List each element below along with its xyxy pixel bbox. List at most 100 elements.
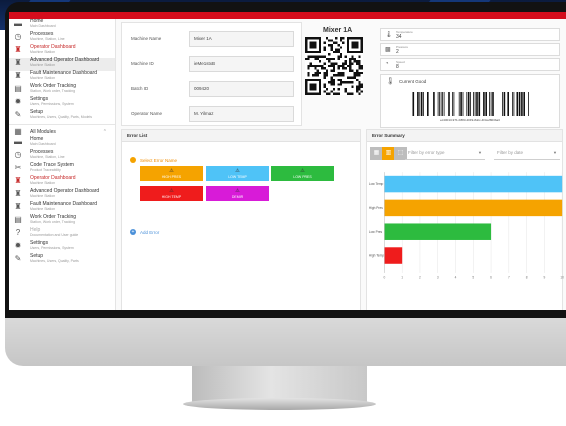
error-button-label: LOW PRES [293,174,312,179]
error-button-label: HIGH TEMP [161,194,182,199]
thermometer-icon: 🌡 [385,32,393,38]
sidebar-item-work-order-tracking[interactable]: ▤ Work Order Tracking Station, Work order,… [9,84,115,97]
x-tick-label: 6 [490,275,492,279]
sidebar-item-text: Operator Dashboard Machine Station [30,45,76,55]
x-tick-label: 1 [401,275,403,279]
sidebar-item-subtitle: Users, Permissions, System [30,246,74,250]
sidebar-item-text: Fault Maintenance Dashboard Machine Stati… [30,202,97,212]
x-tick-label: 2 [419,275,421,279]
add-error-button[interactable]: + Add Error [130,229,159,235]
filter-date-placeholder: Filter by date [497,150,524,155]
barcode [412,92,529,116]
all-modules-header[interactable]: ▦ All Modules ⌃ [9,126,115,137]
monitor-chin [5,318,566,366]
sidebar-item-subtitle: Machine Station [30,194,56,198]
alert-icon: ⚠ [235,187,240,194]
sidebar-item-home[interactable]: ▬ Home Main Dashboard [9,19,115,32]
dropdown-arrow-icon: ▼ [478,150,482,155]
filter-error-type[interactable]: Filter by error type ▼ [405,146,485,160]
sidebar-item-setup[interactable]: ✎ Setup Machines, Users, Quality, Parts, M… [9,110,115,123]
machine-field-row: Machine ID ieMe1stxB [128,56,298,72]
x-tick-label: 10 [560,275,564,279]
machine-field-value[interactable]: ieMe1stxB [189,56,294,72]
bar-low-pres [384,223,492,240]
speed-icon: ◔ [385,61,389,67]
sidebar-item-subtitle: Machine Station [30,50,56,54]
machine-field-value[interactable]: 009420 [189,81,294,97]
app-screen: ▬ Home Main Dashboard ◷ Processes Machine, St… [9,12,566,310]
machine-info-card: Machine Name Mixer 1A Machine ID ieMe1stxB B… [121,22,302,126]
sensor-value: 34 [396,34,402,40]
machine-field-label: Operator Name [131,111,163,116]
sidebar-item-text: Advanced Operator Dashboard Machine Stati… [30,189,99,199]
dashboard-icon: ▬ [14,19,22,28]
wrench-icon: ✎ [14,254,22,263]
sidebar-item-subtitle: Documentation and User guide [30,233,79,237]
x-tick-label: 0 [384,275,386,279]
machine-field-value[interactable]: M. Yilmaz [189,106,294,122]
sidebar-item-text: Home Main Dashboard [30,19,56,29]
error-button-high-temp[interactable]: ⚠ HIGH TEMP [140,186,203,201]
add-error-label: Add Error [140,229,160,235]
sidebar-item-text: Operator Dashboard Machine Station [30,176,76,186]
barcode-id: ec40013-971-F883-40F9-8dcc-4f4cef803ba3 [440,118,500,122]
sidebar-item-text: Processes Machine, Station, Line [30,150,65,160]
worker-icon: ♜ [14,189,22,198]
sidebar-item-help[interactable]: ? Help Documentation and User guide [9,228,115,241]
sidebar-item-subtitle: Station, Work order, Tracking [30,220,76,224]
sidebar-item-text: Work Order Tracking Station, Work order, … [30,84,76,94]
sidebar-item-subtitle: Machine, Station, Line [30,155,65,159]
apps-icon: ▦ [14,126,22,136]
sidebar-item-text: Processes Machine, Station, Line [30,32,65,42]
error-summary-card: Error Summary ▦ ▥ ⬚ Filter by error type ▼… [366,129,564,310]
sidebar-item-settings[interactable]: ✹ Settings Users, Permissions, System [9,241,115,254]
sidebar-item-text: Settings Users, Permissions, System [30,97,74,107]
sidebar-item-work-order-tracking[interactable]: ▤ Work Order Tracking Station, Work order,… [9,215,115,228]
y-tick-label: High Temp [369,254,384,258]
machine-field-row: Batch ID 009420 [128,81,298,97]
sidebar-item-text: Advanced Operator Dashboard Machine Stati… [30,58,99,68]
pressure-icon: ▩ [385,47,391,53]
sidebar-item-text: Settings Users, Permissions, System [30,241,74,251]
sidebar-item-subtitle: Machine Station [30,76,56,80]
clock-icon: ◷ [14,150,22,159]
machine-field-label: Machine ID [131,61,154,66]
y-tick-label: Low Temp [369,182,384,186]
x-tick-label: 7 [508,275,510,279]
machine-field-value[interactable]: Mixer 1A [189,31,294,47]
app-topbar [9,12,566,19]
alert-icon: ⚠ [169,187,174,194]
worker-icon: ♜ [14,58,22,67]
error-button-demir[interactable]: ⚠ DEMIR [206,186,269,201]
error-button-low-pres[interactable]: ⚠ LOW PRES [271,166,334,181]
help-icon: ? [15,228,21,237]
machine-title: Mixer 1A [323,27,353,34]
chevron-up-icon: ⌃ [102,128,107,135]
sidebar: ▬ Home Main Dashboard ◷ Processes Machine, St… [9,19,116,310]
sidebar-item-text: Work Order Tracking Station, Work order, … [30,215,76,225]
y-tick-label: Low Pres [369,230,383,234]
worker-icon: ♜ [14,45,22,54]
bar-high-pres [384,199,563,217]
sidebar-item-subtitle: Machines, Users, Quality, Parts [30,259,79,263]
sidebar-item-subtitle: Machine, Station, Line [30,37,65,41]
sidebar-item-setup[interactable]: ✎ Setup Machines, Users, Quality, Parts [9,254,115,267]
filter-date[interactable]: Filter by date ▼ [494,146,560,160]
machine-field-label: Machine Name [131,36,162,41]
error-button-label: DEMIR [231,194,244,199]
error-list-title: Error List [122,130,360,142]
sidebar-divider [9,124,115,125]
y-tick-label: High Pres [369,206,383,210]
error-summary-title: Error Summary [367,130,562,142]
machine-field-row: Operator Name M. Yilmaz [128,106,298,122]
sidebar-item-text: Fault Maintenance Dashboard Machine Stati… [30,71,97,81]
machine-field-row: Machine Name Mixer 1A [128,31,298,47]
error-button-low-temp[interactable]: ⚠ LOW TEMP [206,166,269,181]
sidebar-item-subtitle: Product Traceability [30,168,61,172]
dashboard-icon: ▬ [14,137,22,146]
sidebar-item-settings[interactable]: ✹ Settings Users, Permissions, System [9,97,115,110]
status-card: 🌡 Current Good ec40013-971-F883-40F9-8dc… [380,74,560,128]
dropdown-arrow-icon: ▼ [553,150,557,155]
sidebar-item-home[interactable]: ▬ Home Main Dashboard [9,137,115,150]
error-button-high-pres[interactable]: ⚠ HIGH PRES [140,166,203,181]
